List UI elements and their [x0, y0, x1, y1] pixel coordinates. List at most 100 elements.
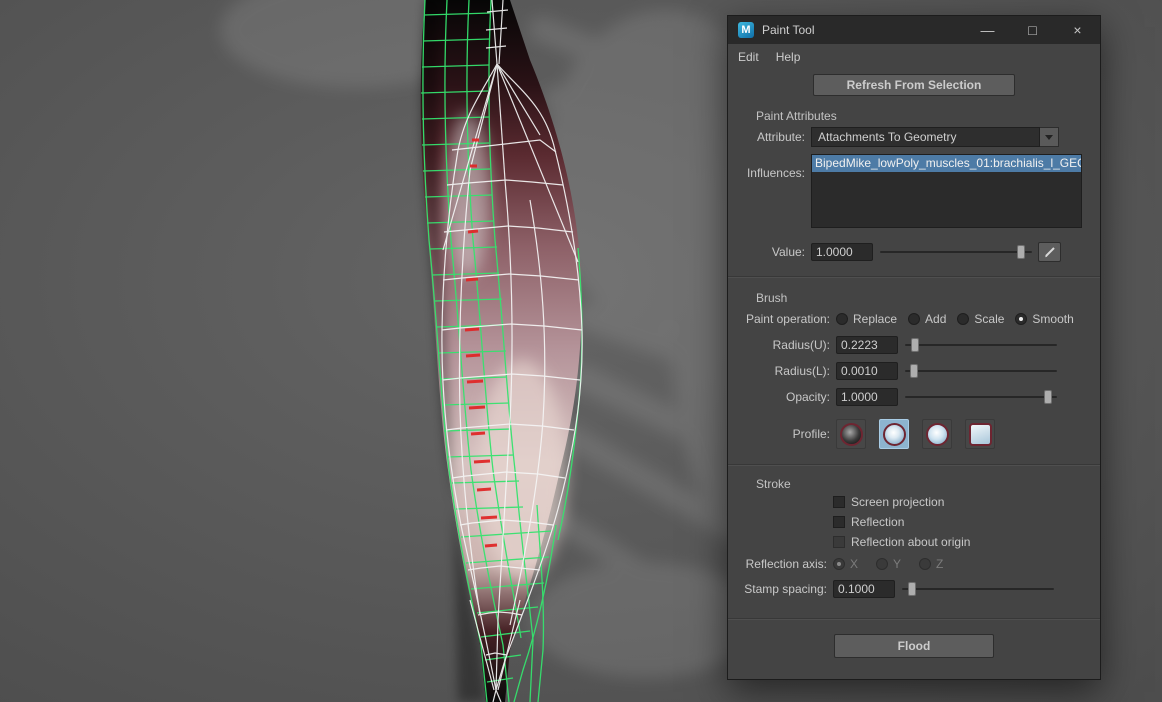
- reflection-row: Reflection: [728, 512, 1100, 532]
- reflection-about-origin-label: Reflection about origin: [851, 535, 970, 549]
- radius-u-slider[interactable]: [905, 337, 1057, 353]
- radio-axis-z: Z: [919, 557, 943, 571]
- paint-operation-label: Paint operation:: [728, 312, 830, 326]
- axis-x-label: X: [850, 557, 858, 571]
- add-label: Add: [925, 312, 946, 326]
- radius-l-row: Radius(L):: [728, 358, 1100, 384]
- menubar: Edit Help: [728, 44, 1100, 70]
- axis-y-radio-icon: [876, 558, 888, 570]
- soft-falloff-brush-icon: [840, 423, 863, 446]
- stamp-spacing-input[interactable]: [833, 580, 895, 598]
- axis-y-label: Y: [893, 557, 901, 571]
- radius-l-label: Radius(L):: [728, 364, 830, 378]
- brush-profile-soft-falloff-button[interactable]: [836, 419, 866, 449]
- attribute-dropdown-value: Attachments To Geometry: [811, 127, 1040, 147]
- add-radio-icon[interactable]: [908, 313, 920, 325]
- radius-u-slider-handle[interactable]: [911, 338, 919, 352]
- screen-projection-row: Screen projection: [728, 492, 1100, 512]
- radio-replace[interactable]: Replace: [836, 312, 897, 326]
- profile-label: Profile:: [728, 427, 830, 441]
- close-button[interactable]: ×: [1055, 16, 1100, 44]
- radius-l-slider-handle[interactable]: [910, 364, 918, 378]
- influences-list[interactable]: BipedMike_lowPoly_muscles_01:brachialis_…: [811, 154, 1082, 228]
- brush-profile-solid-button[interactable]: [922, 419, 952, 449]
- opacity-slider[interactable]: [905, 389, 1057, 405]
- opacity-input[interactable]: [836, 388, 898, 406]
- section-separator: [728, 276, 1100, 278]
- reflection-about-origin-row: Reflection about origin: [728, 532, 1100, 552]
- radius-l-input[interactable]: [836, 362, 898, 380]
- section-stroke-title: Stroke: [728, 476, 1100, 492]
- radius-u-row: Radius(U):: [728, 332, 1100, 358]
- window-title: Paint Tool: [762, 23, 814, 37]
- axis-z-radio-icon: [919, 558, 931, 570]
- scale-radio-icon[interactable]: [957, 313, 969, 325]
- section-brush-title: Brush: [728, 290, 1100, 306]
- stamp-spacing-row: Stamp spacing:: [728, 576, 1100, 602]
- brush-profile-square-button[interactable]: [965, 419, 995, 449]
- radio-axis-y: Y: [876, 557, 901, 571]
- reflection-about-origin-checkbox: [833, 536, 845, 548]
- opacity-slider-handle[interactable]: [1044, 390, 1052, 404]
- maya-app-icon: M: [738, 22, 754, 38]
- radio-smooth[interactable]: Smooth: [1015, 312, 1073, 326]
- window-controls: — □ ×: [965, 16, 1100, 44]
- paint-tool-window: M Paint Tool — □ × Edit Help Refresh Fro…: [727, 15, 1101, 680]
- smooth-radio-icon[interactable]: [1015, 313, 1027, 325]
- menu-edit[interactable]: Edit: [738, 50, 759, 64]
- refresh-from-selection-button[interactable]: Refresh From Selection: [813, 74, 1015, 96]
- value-input[interactable]: [811, 243, 873, 261]
- axis-x-radio-icon: [833, 558, 845, 570]
- value-slider-handle[interactable]: [1017, 245, 1025, 259]
- opacity-row: Opacity:: [728, 384, 1100, 410]
- close-icon: ×: [1073, 22, 1081, 38]
- maya-icon-letter: M: [741, 24, 750, 36]
- screen-projection-label: Screen projection: [851, 495, 944, 509]
- brush-profile-gaussian-button[interactable]: [879, 419, 909, 449]
- radio-scale[interactable]: Scale: [957, 312, 1004, 326]
- replace-label: Replace: [853, 312, 897, 326]
- maximize-button[interactable]: □: [1010, 16, 1055, 44]
- section-separator: [728, 618, 1100, 620]
- reflection-checkbox[interactable]: [833, 516, 845, 528]
- value-slider[interactable]: [880, 244, 1032, 260]
- chevron-down-icon: [1045, 135, 1053, 140]
- screen-projection-checkbox[interactable]: [833, 496, 845, 508]
- value-pen-button[interactable]: [1038, 242, 1061, 262]
- section-separator: [728, 464, 1100, 466]
- radius-u-input[interactable]: [836, 336, 898, 354]
- attribute-dropdown[interactable]: Attachments To Geometry: [811, 127, 1059, 147]
- scale-label: Scale: [974, 312, 1004, 326]
- reflection-label: Reflection: [851, 515, 904, 529]
- smooth-label: Smooth: [1032, 312, 1073, 326]
- flood-button[interactable]: Flood: [834, 634, 994, 658]
- profile-row: Profile:: [728, 418, 1100, 450]
- maximize-icon: □: [1028, 22, 1036, 38]
- solid-brush-icon: [926, 423, 949, 446]
- menu-help[interactable]: Help: [776, 50, 801, 64]
- influences-label: Influences:: [728, 166, 805, 180]
- influences-row: Influences: BipedMike_lowPoly_muscles_01…: [728, 150, 1100, 232]
- minimize-button[interactable]: —: [965, 16, 1010, 44]
- opacity-label: Opacity:: [728, 390, 830, 404]
- reflection-axis-row: Reflection axis: X Y Z: [728, 552, 1100, 576]
- radius-u-label: Radius(U):: [728, 338, 830, 352]
- attribute-row: Attribute: Attachments To Geometry: [728, 124, 1100, 150]
- paint-operation-row: Paint operation: Replace Add Scale Smoot…: [728, 306, 1100, 332]
- stamp-spacing-label: Stamp spacing:: [728, 582, 827, 596]
- replace-radio-icon[interactable]: [836, 313, 848, 325]
- stamp-spacing-slider[interactable]: [902, 581, 1054, 597]
- axis-z-label: Z: [936, 557, 943, 571]
- window-titlebar[interactable]: M Paint Tool — □ ×: [728, 16, 1100, 44]
- radio-axis-x: X: [833, 557, 858, 571]
- radio-add[interactable]: Add: [908, 312, 946, 326]
- stamp-spacing-slider-handle[interactable]: [908, 582, 916, 596]
- radius-l-slider[interactable]: [905, 363, 1057, 379]
- attribute-dropdown-button[interactable]: [1040, 127, 1059, 147]
- minimize-icon: —: [981, 22, 995, 38]
- value-label: Value:: [728, 245, 805, 259]
- gaussian-brush-icon: [883, 423, 906, 446]
- pencil-icon: [1043, 245, 1057, 259]
- list-item[interactable]: BipedMike_lowPoly_muscles_01:brachialis_…: [812, 155, 1081, 172]
- value-row: Value:: [728, 238, 1100, 266]
